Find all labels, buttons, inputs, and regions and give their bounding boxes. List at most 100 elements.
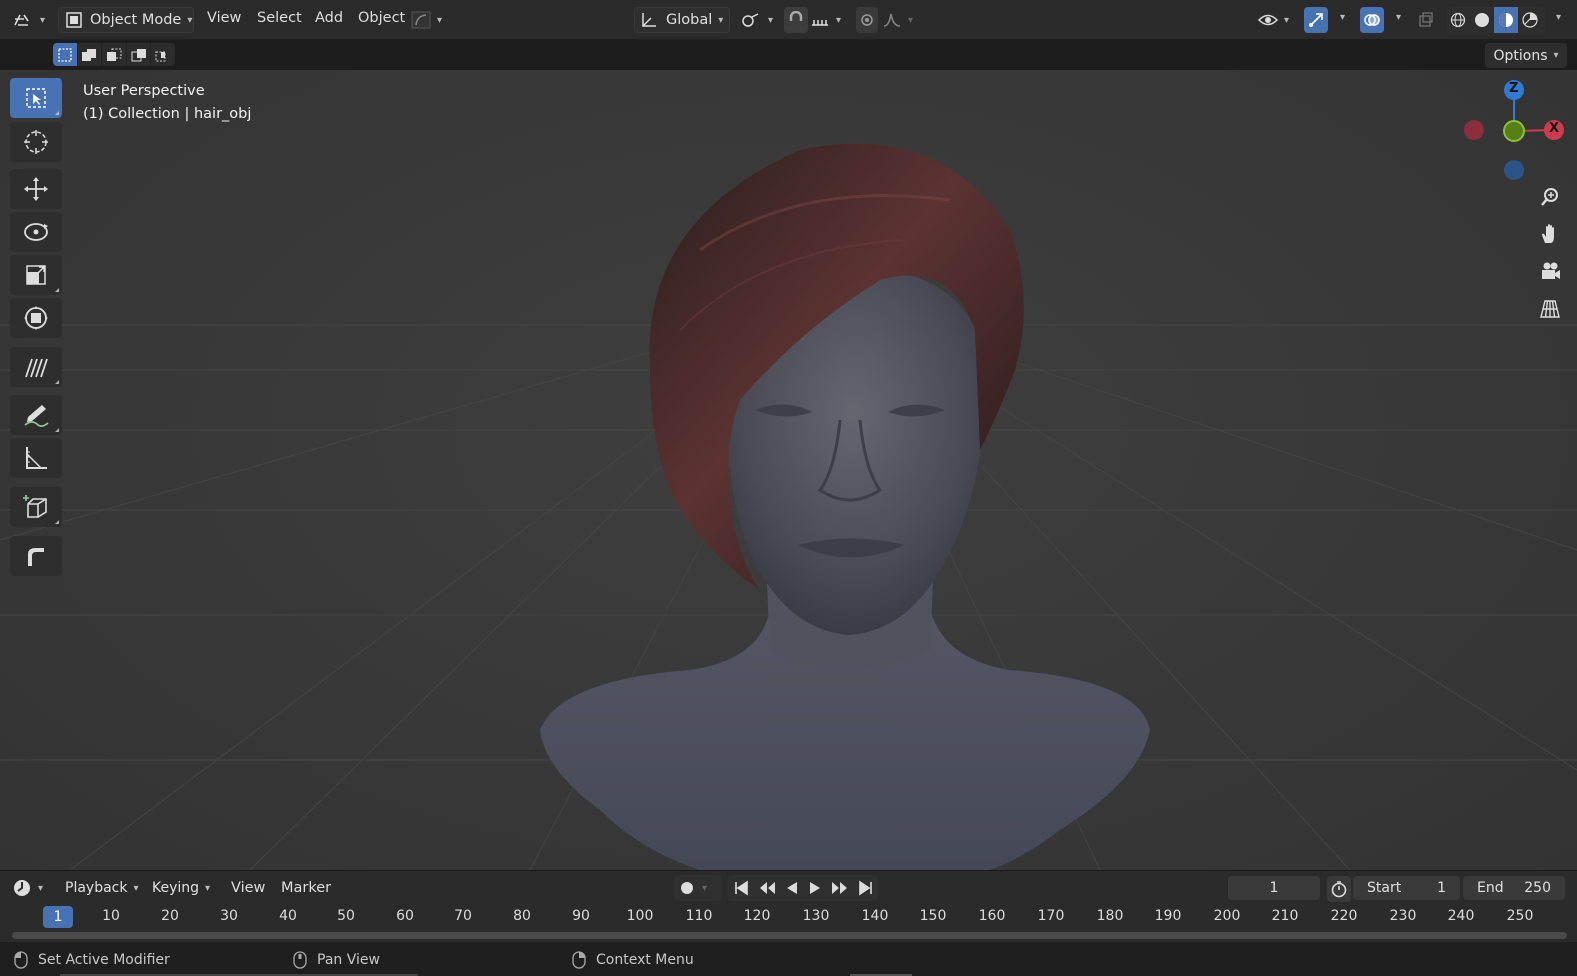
frame-ruler[interactable]: 1 10 20 30 40 50 60 70 80 90 100 110 120…: [0, 904, 1577, 930]
annotate-tool[interactable]: [10, 395, 62, 435]
select-extend-icon[interactable]: [78, 43, 103, 66]
wireframe-shading-icon[interactable]: [1446, 7, 1470, 33]
extrude-tool[interactable]: [10, 536, 62, 576]
frame-tick: 130: [802, 908, 830, 924]
end-frame-field[interactable]: End 250: [1463, 876, 1565, 900]
rotate-tool[interactable]: [10, 212, 62, 252]
orientation-label: Global: [666, 12, 713, 28]
chevron-down-icon: ▾: [40, 14, 46, 26]
menu-add[interactable]: Add: [315, 10, 343, 26]
hair-comb-tool[interactable]: [10, 347, 62, 387]
snap-toggle[interactable]: [784, 7, 808, 33]
eye-icon: [1258, 12, 1278, 28]
visibility-button[interactable]: ▾: [1258, 7, 1298, 33]
magnet-icon: [787, 11, 805, 29]
add-cube-tool[interactable]: [10, 487, 62, 527]
prev-keyframe-icon[interactable]: [758, 880, 776, 896]
y-axis-handle[interactable]: [1503, 120, 1525, 142]
select-subtract-icon[interactable]: [102, 43, 127, 66]
scale-tool[interactable]: [10, 255, 62, 295]
ruler-icon: [22, 444, 50, 472]
extrude-icon: [22, 542, 50, 570]
pan-button[interactable]: [1533, 217, 1567, 251]
gizmo-toggle[interactable]: [1304, 7, 1328, 33]
start-frame-field[interactable]: Start 1: [1353, 876, 1460, 900]
overlays-icon: [1363, 11, 1381, 29]
status-middle-text: Pan View: [317, 952, 380, 968]
frame-tick: 60: [396, 908, 414, 924]
playback-controls: [728, 875, 878, 901]
navigation-gizmo[interactable]: Z X: [1457, 78, 1577, 188]
frame-tick: 210: [1271, 908, 1299, 924]
curve-icon: [411, 11, 431, 29]
3d-viewport[interactable]: User Perspective (1) Collection | hair_o…: [0, 70, 1577, 870]
auto-keying-toggle[interactable]: ▾: [674, 875, 722, 901]
chevron-down-icon: ▾: [768, 14, 774, 26]
options-label: Options: [1493, 47, 1548, 64]
timeline-menu-marker[interactable]: Marker: [281, 880, 331, 896]
menu-select[interactable]: Select: [257, 10, 302, 26]
preview-range-toggle[interactable]: [1327, 876, 1351, 902]
neg-z-axis-handle[interactable]: [1504, 160, 1524, 180]
pencil-icon: [22, 401, 50, 429]
frame-tick: 170: [1037, 908, 1065, 924]
frame-tick: 230: [1389, 908, 1417, 924]
chevron-down-icon: ▾: [836, 14, 842, 26]
chevron-down-icon: ▾: [205, 882, 211, 894]
select-invert-icon[interactable]: [127, 43, 152, 66]
measure-tool[interactable]: [10, 438, 62, 478]
current-frame-field[interactable]: 1: [1228, 876, 1320, 900]
material-preview-shading-icon[interactable]: [1494, 7, 1518, 33]
xray-toggle[interactable]: [1416, 7, 1436, 33]
select-intersect-icon[interactable]: [151, 43, 175, 66]
timeline-scrollbar[interactable]: [12, 932, 1567, 939]
solid-shading-icon[interactable]: [1470, 7, 1494, 33]
shading-dropdown-icon[interactable]: ▾: [1556, 12, 1561, 23]
jump-end-icon[interactable]: [858, 880, 874, 896]
frame-tick: 70: [454, 908, 472, 924]
select-new-icon[interactable]: [53, 43, 78, 66]
rendered-shading-icon[interactable]: [1518, 7, 1542, 33]
select-box-tool[interactable]: [10, 78, 62, 118]
next-keyframe-icon[interactable]: [831, 880, 849, 896]
pivot-point-button[interactable]: ▾: [740, 7, 778, 33]
selection-mode-group: [53, 43, 175, 66]
overlays-toggle[interactable]: [1360, 7, 1384, 33]
zoom-button[interactable]: [1533, 180, 1567, 214]
proportional-icon: [860, 13, 874, 27]
editor-type-icon: [12, 11, 34, 29]
frame-tick: 190: [1154, 908, 1182, 924]
hand-icon: [1539, 223, 1561, 245]
playback-menu[interactable]: Playback ▾: [60, 875, 144, 901]
keying-menu[interactable]: Keying ▾: [147, 875, 219, 901]
cursor-tool[interactable]: [10, 122, 62, 162]
play-icon[interactable]: [808, 880, 822, 896]
current-frame-value: 1: [1269, 880, 1279, 896]
status-right-text: Context Menu: [596, 952, 694, 968]
menu-object[interactable]: Object: [358, 10, 405, 26]
timeline-menu-view[interactable]: View: [231, 880, 265, 896]
snap-target-button[interactable]: ▾: [810, 7, 848, 33]
options-dropdown[interactable]: Options ▾: [1485, 43, 1567, 68]
current-frame-indicator[interactable]: 1: [43, 906, 73, 928]
perspective-toggle-button[interactable]: [1533, 292, 1567, 326]
falloff-button[interactable]: ▾: [882, 7, 918, 33]
pivot-icon: [740, 11, 762, 29]
camera-view-button[interactable]: [1533, 254, 1567, 288]
frame-tick: 200: [1213, 908, 1241, 924]
transform-tool[interactable]: [10, 298, 62, 338]
move-tool[interactable]: [10, 169, 62, 209]
editor-type-button[interactable]: ▾: [12, 7, 52, 33]
play-reverse-icon[interactable]: [785, 880, 799, 896]
gizmo-toggle-button[interactable]: ▾: [411, 7, 449, 33]
gizmo-dropdown-icon[interactable]: ▾: [1340, 12, 1345, 23]
mode-dropdown[interactable]: Object Mode ▾: [58, 7, 194, 33]
proportional-edit-toggle[interactable]: [856, 7, 878, 33]
transform-orientation-dropdown[interactable]: Global ▾: [634, 7, 730, 33]
menu-view[interactable]: View: [207, 10, 241, 26]
jump-start-icon[interactable]: [733, 880, 749, 896]
neg-x-axis-handle[interactable]: [1464, 120, 1484, 140]
overlays-dropdown-icon[interactable]: ▾: [1396, 12, 1401, 23]
timeline-editor-type-button[interactable]: ▾: [12, 875, 50, 901]
chevron-down-icon: ▾: [437, 14, 443, 26]
